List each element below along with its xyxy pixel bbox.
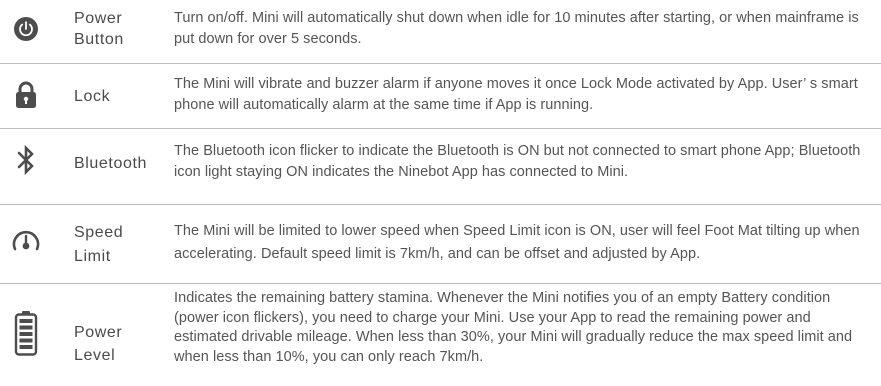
row-label: Power Level xyxy=(74,324,123,364)
row-label: Bluetooth xyxy=(74,155,148,172)
battery-icon xyxy=(11,310,41,356)
power-icon xyxy=(11,12,41,46)
table-row-lock: Lock The Mini will vibrate and buzzer al… xyxy=(0,64,881,128)
table-row-bluetooth: Bluetooth The Bluetooth icon flicker to … xyxy=(0,129,881,194)
table-row-power-button: Power Button Turn on/off. Mini will auto… xyxy=(0,0,881,63)
row-description: The Bluetooth icon flicker to indicate t… xyxy=(174,143,861,180)
row-description: The Mini will be limited to lower speed … xyxy=(174,223,860,262)
row-label: Speed Limit xyxy=(74,224,124,265)
row-description: Indicates the remaining battery stamina.… xyxy=(174,290,853,365)
row-description: Turn on/off. Mini will automatically shu… xyxy=(174,10,859,47)
row-label: Lock xyxy=(74,88,111,105)
row-description: The Mini will vibrate and buzzer alarm i… xyxy=(174,76,858,113)
table-row-power-level: Power Level Indicates the remaining batt… xyxy=(0,284,881,386)
speedometer-icon xyxy=(11,224,41,258)
lock-icon xyxy=(11,78,41,112)
table-row-speed-limit: Speed Limit The Mini will be limited to … xyxy=(0,205,881,280)
bluetooth-icon xyxy=(11,143,41,177)
row-label: Power Button xyxy=(74,10,124,48)
